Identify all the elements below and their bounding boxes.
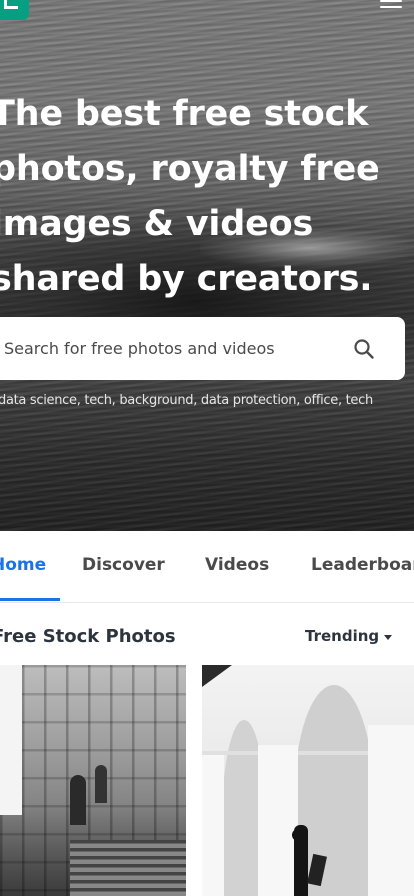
hero-headline-line: photos, royalty free — [0, 149, 380, 189]
search-bar — [0, 317, 405, 380]
sort-dropdown[interactable]: Trending — [305, 627, 379, 645]
hero-headline-line: The best free stock — [0, 94, 369, 134]
tab-home[interactable]: Home — [0, 555, 46, 575]
search-icon[interactable] — [352, 337, 376, 361]
person-figure — [294, 825, 308, 896]
hero-headline-line: shared by creators. — [0, 259, 373, 299]
tab-discover[interactable]: Discover — [82, 555, 165, 575]
feed-title: Free Stock Photos — [0, 626, 176, 647]
tab-active-indicator — [0, 598, 60, 601]
tab-videos[interactable]: Videos — [205, 555, 269, 575]
hamburger-menu-icon[interactable] — [380, 0, 402, 10]
hero-headline-line: images & videos — [0, 204, 314, 244]
search-input[interactable] — [4, 317, 344, 380]
building-door — [70, 775, 86, 825]
main-tabs: Home Discover Videos Leaderboard — [0, 531, 414, 603]
suggested-tags[interactable]: data science, tech, background, data pro… — [0, 393, 414, 408]
hero-headline: The best free stock photos, royalty free… — [0, 87, 414, 307]
building-window — [95, 765, 107, 803]
building-stairs — [70, 840, 186, 896]
hero-banner: The best free stock photos, royalty free… — [0, 0, 414, 531]
photo-card[interactable] — [0, 665, 186, 896]
caret-down-icon[interactable] — [384, 635, 392, 640]
tab-leaderboard[interactable]: Leaderboard — [311, 555, 414, 575]
photo-card[interactable] — [202, 665, 414, 896]
pexels-logo-icon[interactable] — [0, 0, 29, 20]
